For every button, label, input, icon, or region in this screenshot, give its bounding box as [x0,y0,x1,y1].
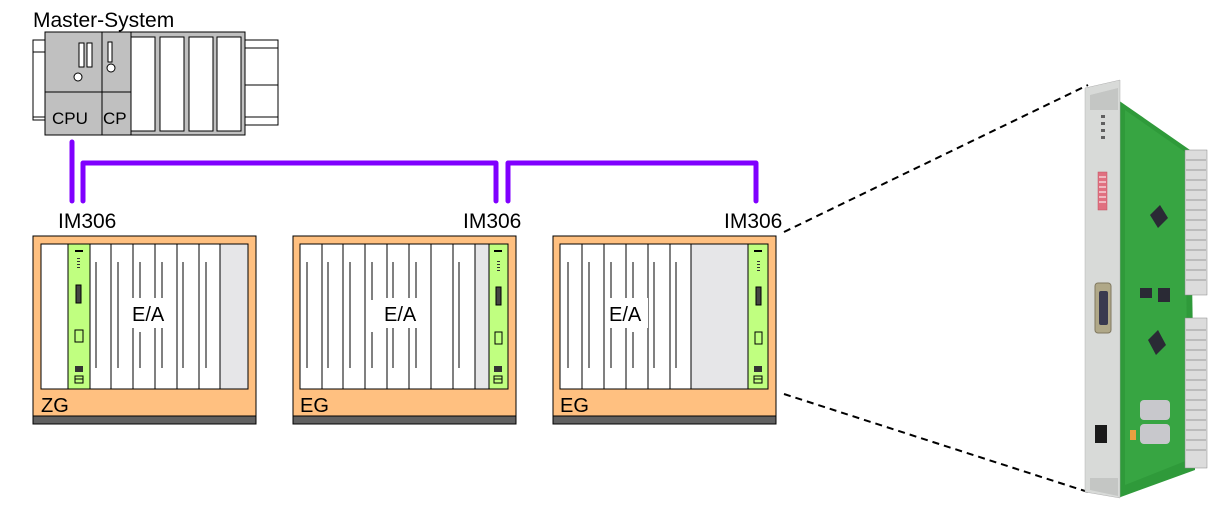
rack-eg2-im-label: IM306 [724,210,782,233]
master-empty-slot [130,36,156,132]
rack-zg[interactable]: IM306 E/A ZG [32,210,257,425]
rack-eg-1[interactable]: IM306 E/A EG [292,210,521,425]
bus-zg-to-eg1 [80,160,499,204]
rack-zg-label: ZG [41,395,69,417]
im306-module-photo [1084,79,1208,499]
rack-eg2-label: EG [560,395,589,417]
capacitor [1140,400,1170,420]
im306-module[interactable] [747,243,769,390]
zoom-callout-lines [783,84,1089,493]
master-system: Master-System CPU CP [32,9,279,136]
cpu-slot-indicator [86,42,93,68]
cp-slot-indicator [107,41,113,63]
cp-led-icon [106,63,116,73]
im306-module[interactable] [488,243,509,390]
cp-label: CP [103,109,127,128]
io-label: E/A [609,304,642,326]
capacitor [1140,424,1170,444]
edge-connector-top [1184,149,1208,296]
empty-slot [474,243,490,390]
cpu-label: CPU [52,109,88,128]
rack-base [552,415,777,425]
connector-icon [75,284,82,304]
rack-zg-im-label: IM306 [58,210,116,233]
empty-slot [219,243,249,390]
dip-switch-icon [1097,171,1108,211]
connector-icon [755,286,762,306]
io-label: E/A [132,304,165,326]
network-diagram: Master-System CPU CP IM306 E/A ZG IM306 … [32,9,1208,499]
io-label: E/A [384,304,417,326]
switch-icon [494,366,502,372]
chip [1158,288,1170,302]
master-empty-slot [159,36,185,132]
cpu-led-icon [73,72,83,82]
rack-eg-2[interactable]: IM306 E/A EG [552,210,782,425]
switch-icon [75,366,83,372]
master-empty-slot [216,36,242,132]
cpu-slot-indicator [78,42,85,68]
master-system-title: Master-System [33,9,174,32]
connector-icon [495,286,502,306]
mode-switch-icon [1095,425,1107,443]
master-empty-slot [188,36,214,132]
rack-base [32,415,257,425]
rack-base [292,415,517,425]
cpu-module[interactable]: CPU [44,31,103,136]
rack-eg1-label: EG [300,395,329,417]
empty-slot [690,243,749,390]
chip [1140,288,1152,298]
cp-module[interactable]: CP [101,31,132,136]
bus-lines [69,139,759,204]
bus-eg1-to-eg2 [505,160,759,204]
switch-icon [754,366,762,372]
im306-module[interactable] [67,243,91,390]
rack-eg1-im-label: IM306 [463,210,521,233]
